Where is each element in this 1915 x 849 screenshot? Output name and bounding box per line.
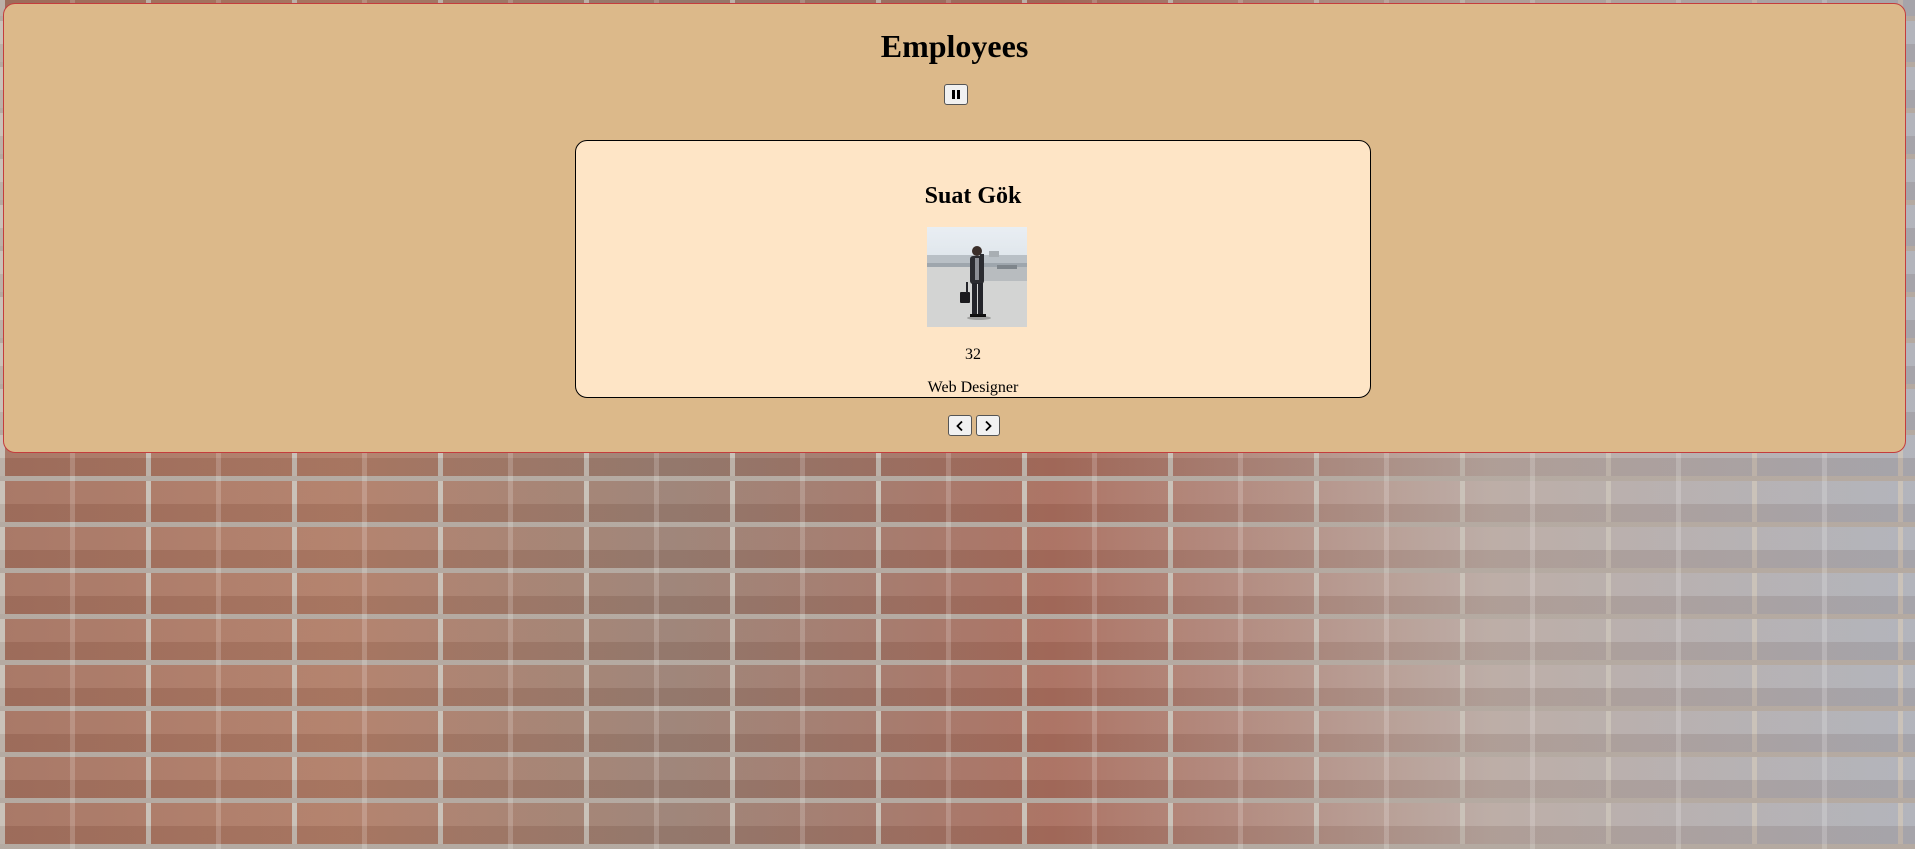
pause-button[interactable] [944,84,968,105]
employee-name: Suat Gök [924,183,1022,209]
chevron-left-icon [956,420,963,431]
employees-panel: Employees Suat Gök 32 Web Designer [3,3,1906,453]
employee-photo [927,227,1027,327]
next-button[interactable] [976,415,1000,436]
employee-age: 32 [965,346,981,363]
employee-card: Suat Gök 32 Web Designer [575,140,1371,398]
page-title: Employees [880,28,1029,64]
employee-role: Web Designer [927,379,1019,396]
previous-button[interactable] [948,415,972,436]
chevron-right-icon [985,420,992,431]
pause-icon [952,90,960,99]
